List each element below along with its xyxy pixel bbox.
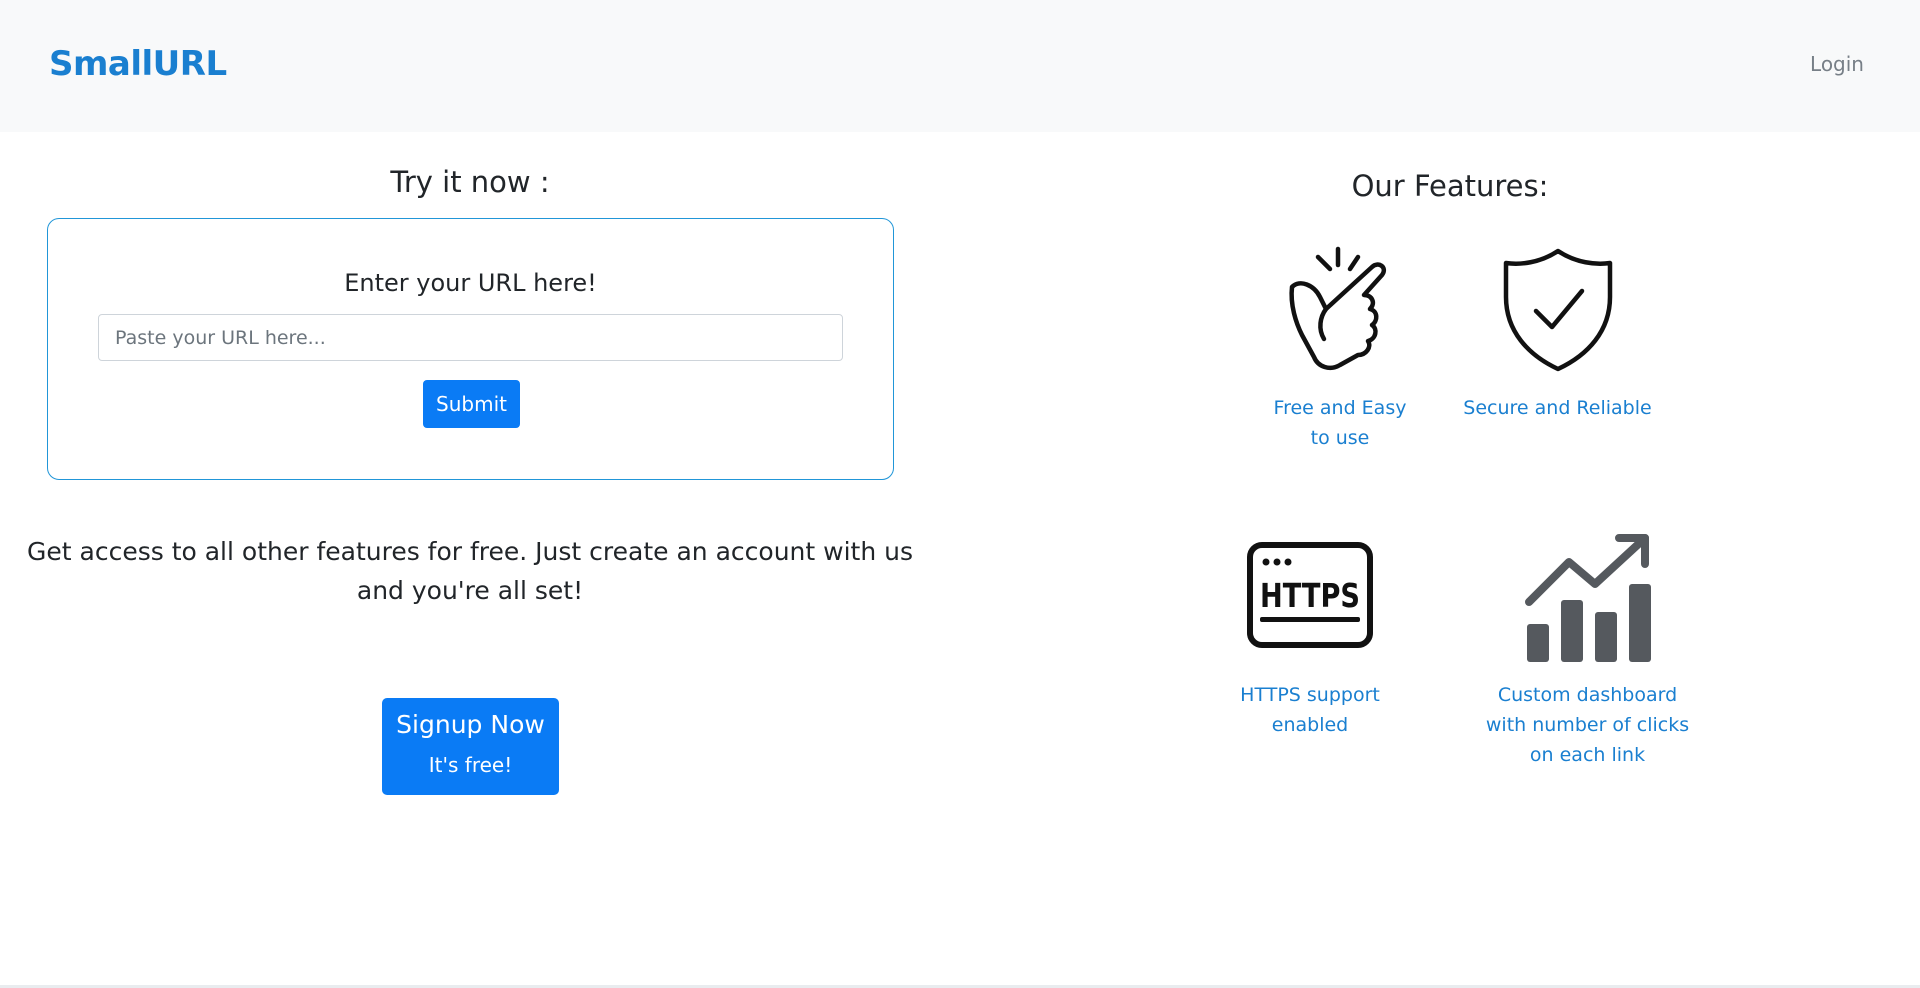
feature-label: Secure and Reliable — [1463, 397, 1652, 419]
snap-fingers-icon — [1280, 245, 1400, 375]
signup-button[interactable]: Signup Now It's free! — [382, 698, 559, 795]
try-it-now-heading: Try it now : — [390, 165, 550, 199]
submit-button[interactable]: Submit — [423, 380, 520, 428]
feature-label: Free and Easy to use — [1273, 397, 1407, 449]
features-heading: Our Features: — [1351, 169, 1549, 203]
feature-label: Custom dashboard with number of clicks o… — [1485, 684, 1690, 766]
url-card-title: Enter your URL here! — [344, 269, 597, 297]
feature-dashboard: Custom dashboard with number of clicks o… — [1465, 532, 1710, 772]
feature-free-easy: Free and Easy to use — [1245, 245, 1435, 465]
login-link[interactable]: Login — [1810, 52, 1864, 76]
shield-check-icon — [1498, 245, 1618, 375]
chart-growth-icon — [1523, 532, 1653, 664]
https-icon: HTTPS — [1246, 540, 1374, 650]
url-input[interactable] — [98, 314, 843, 361]
svg-text:HTTPS: HTTPS — [1260, 576, 1360, 615]
feature-label: HTTPS support enabled — [1240, 684, 1380, 736]
signup-button-label: Signup Now — [396, 710, 545, 739]
signup-button-sublabel: It's free! — [428, 753, 513, 777]
promo-text: Get access to all other features for fre… — [27, 537, 913, 605]
navbar: SmallURL Login — [0, 0, 1920, 132]
url-shortener-card: Enter your URL here! Submit — [47, 218, 894, 480]
feature-https: HTTPS HTTPS support enabled — [1200, 540, 1420, 736]
feature-secure-reliable: Secure and Reliable — [1455, 245, 1660, 465]
brand-logo[interactable]: SmallURL — [49, 44, 227, 84]
